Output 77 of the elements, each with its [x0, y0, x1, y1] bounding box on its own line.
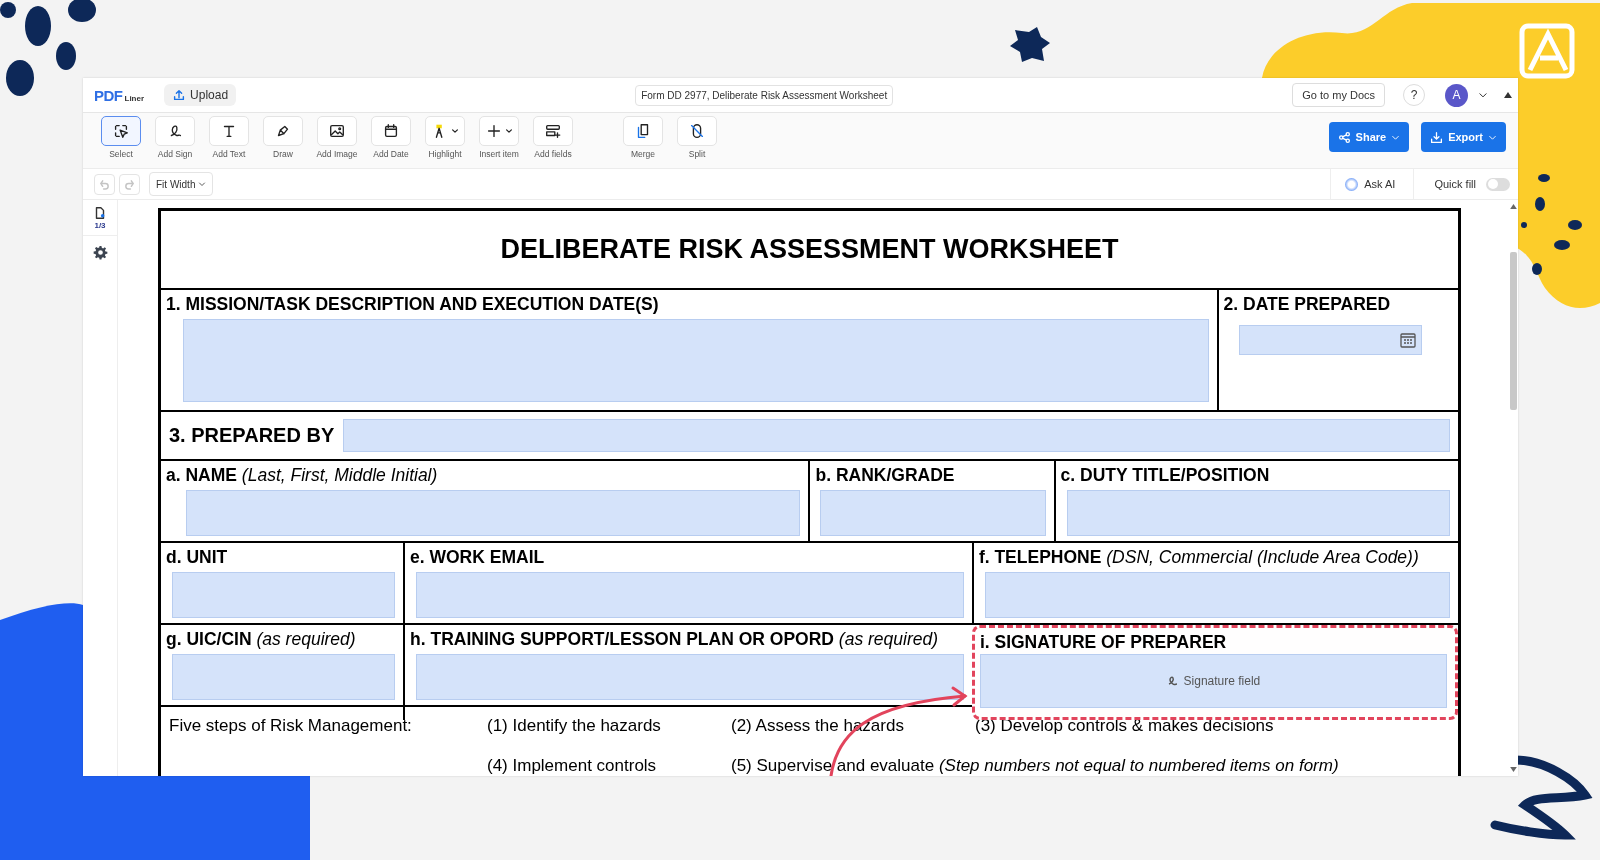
upload-icon [172, 88, 187, 102]
toolbar-button[interactable]: Merge [616, 116, 670, 159]
logo-icon [1519, 23, 1575, 79]
pen-icon [1166, 675, 1179, 687]
page-counter: 1/3 [94, 221, 106, 230]
step-text: (1) Identify the hazards [487, 716, 662, 736]
splash-drawing [1010, 27, 1050, 62]
form-title: DELIBERATE RISK ASSESSMENT WORKSHEET [500, 234, 1119, 265]
scroll-up-icon[interactable] [1509, 204, 1517, 209]
field-label: 1. MISSION/TASK DESCRIPTION AND EXECUTION DATE(S) [166, 294, 660, 315]
field-label: f. TELEPHONE (DSN, Commercial (Include Area Code)) [978, 547, 1420, 568]
calendar-icon[interactable] [1399, 331, 1417, 349]
caret-icon [451, 127, 459, 135]
input-field[interactable] [172, 572, 396, 618]
quick-fill-toggle[interactable] [1486, 177, 1510, 191]
field-label: 3. PREPARED BY [169, 424, 335, 447]
step-text: (4) Implement controls [487, 756, 658, 776]
scrollbar-thumb[interactable] [1510, 252, 1517, 410]
scroll-up-icon[interactable] [1504, 92, 1512, 98]
tool-icon [544, 122, 562, 140]
toolbar-button[interactable]: Highlight [418, 116, 472, 159]
tool-icon [328, 122, 346, 140]
steps-title: Five steps of Risk Management: [169, 716, 413, 736]
tool-icon [112, 122, 130, 140]
signature-field[interactable]: Signature field [979, 654, 1447, 708]
toolbar-button[interactable]: Draw [256, 116, 310, 159]
input-field[interactable] [416, 654, 964, 700]
field-label: h. TRAINING SUPPORT/LESSON PLAN OR OPORD (as required) [410, 629, 940, 650]
tool-icon [382, 122, 400, 140]
date-field[interactable] [1238, 325, 1422, 355]
zoom-dropdown[interactable]: Fit Width [149, 172, 214, 196]
field-label: 2. DATE PREPARED [1223, 294, 1392, 315]
tool-icon [688, 122, 706, 140]
field-label: i. SIGNATURE OF PREPARER [979, 632, 1228, 653]
download-icon [1430, 130, 1444, 144]
step-text: (5) Supervise and evaluate (Step numbers not equal to numbered items on form) [731, 756, 1340, 776]
toolbar-button[interactable]: Add Text [202, 116, 256, 159]
toolbar-button[interactable]: Add Image [310, 116, 364, 159]
toolbar-button[interactable]: Add Sign [148, 116, 202, 159]
field-label: g. UIC/CIN (as required) [166, 629, 357, 650]
help-button[interactable]: ? [1403, 84, 1425, 106]
tool-icon [485, 122, 503, 140]
logo-subtitle: Liner [124, 93, 145, 103]
toolbar-button[interactable]: Select [94, 116, 148, 159]
logo[interactable]: PDF [94, 86, 123, 104]
input-field[interactable] [186, 490, 801, 536]
input-field[interactable] [1066, 490, 1450, 536]
toolbar-button[interactable]: Insert item [472, 116, 526, 159]
redo-icon [124, 178, 135, 190]
input-field[interactable] [984, 572, 1450, 618]
field-label: d. UNIT [166, 547, 229, 568]
share-icon [1337, 130, 1351, 144]
field-label: e. WORK EMAIL [410, 547, 546, 568]
input-field[interactable] [416, 572, 964, 618]
field-label: a. NAME (Last, First, Middle Initial) [166, 465, 439, 486]
quick-fill-label: Quick fill [1434, 178, 1476, 190]
upload-button[interactable]: Upload [164, 84, 237, 106]
ask-ai-button[interactable]: Ask AI [1330, 169, 1415, 199]
input-field[interactable] [820, 490, 1046, 536]
avatar[interactable]: A [1445, 83, 1468, 107]
field-label: c. DUTY TITLE/POSITION [1060, 465, 1271, 486]
go-to-docs-button[interactable]: Go to my Docs [1292, 83, 1385, 107]
share-button[interactable]: Share [1328, 122, 1410, 152]
toolbar-button[interactable]: Add fields [526, 116, 580, 159]
input-field[interactable] [172, 654, 396, 700]
field-label: b. RANK/GRADE [815, 465, 956, 486]
undo-icon [99, 178, 110, 190]
export-button[interactable]: Export [1421, 122, 1506, 152]
document-title-field[interactable]: Form DD 2977, Deliberate Risk Assessment Worksheet [635, 84, 894, 106]
page-icon[interactable] [93, 206, 107, 220]
input-field[interactable] [343, 419, 1450, 452]
settings-icon[interactable] [92, 245, 108, 260]
toolbar-button[interactable]: Add Date [364, 116, 418, 159]
scroll-down-icon[interactable] [1509, 767, 1517, 772]
input-field[interactable] [183, 319, 1209, 402]
caret-icon [505, 127, 513, 135]
toolbar-button[interactable]: Split [670, 116, 724, 159]
